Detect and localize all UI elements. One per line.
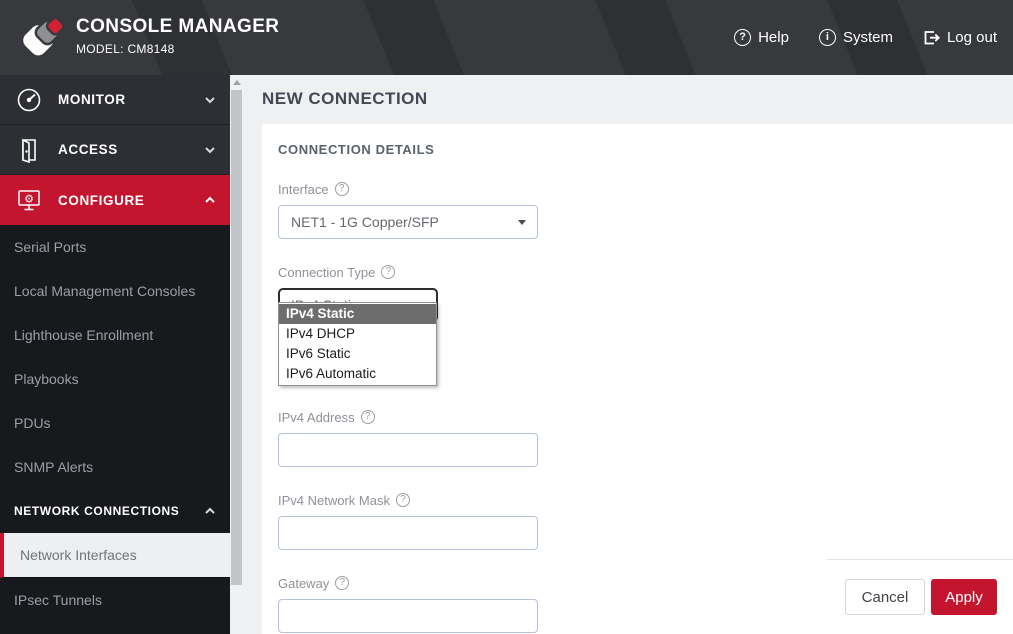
connection-type-label: Connection Type (278, 265, 375, 280)
logout-button[interactable]: Log out (923, 29, 997, 46)
sidebar-item-configure[interactable]: ⚙ CONFIGURE (0, 175, 230, 225)
brand-logo-icon (14, 12, 64, 64)
cancel-button[interactable]: Cancel (845, 579, 925, 615)
option-ipv4-static[interactable]: IPv4 Static (279, 304, 436, 324)
help-icon: ? (734, 29, 751, 46)
logout-label: Log out (947, 29, 997, 46)
help-icon[interactable]: ? (335, 182, 349, 196)
ipv4-address-field: IPv4 Address ? (278, 410, 997, 467)
sidebar-item-ipsec-tunnels[interactable]: IPsec Tunnels (0, 578, 230, 622)
sidebar-item-access[interactable]: ACCESS (0, 125, 230, 175)
sidebar-item-snmp-alerts[interactable]: SNMP Alerts (0, 445, 230, 489)
sidebar-item-label: MONITOR (58, 92, 204, 107)
system-button[interactable]: i System (819, 29, 893, 46)
logout-icon (923, 29, 940, 46)
apply-button[interactable]: Apply (931, 579, 997, 615)
help-icon[interactable]: ? (396, 493, 410, 507)
scrollbar-thumb[interactable] (231, 90, 242, 585)
connection-details-card: CONNECTION DETAILS Interface ? NET1 - 1G… (262, 124, 1013, 634)
chevron-down-icon (204, 144, 216, 156)
help-button[interactable]: ? Help (734, 29, 789, 46)
gateway-label: Gateway (278, 576, 329, 591)
main-content: NEW CONNECTION CONNECTION DETAILS Interf… (243, 75, 1013, 634)
info-icon: i (819, 29, 836, 46)
ipv4-address-label: IPv4 Address (278, 410, 355, 425)
interface-select-value: NET1 - 1G Copper/SFP (291, 214, 439, 230)
interface-label: Interface (278, 182, 329, 197)
help-icon[interactable]: ? (361, 410, 375, 424)
page-title: NEW CONNECTION (262, 89, 1013, 109)
sidebar-item-serial-ports[interactable]: Serial Ports (0, 225, 230, 269)
help-icon[interactable]: ? (381, 265, 395, 279)
gauge-icon (14, 85, 44, 115)
sidebar-item-label: CONFIGURE (58, 193, 204, 208)
sidebar-item-playbooks[interactable]: Playbooks (0, 357, 230, 401)
svg-text:⚙: ⚙ (24, 193, 34, 206)
configure-submenu: Serial Ports Local Management Consoles L… (0, 225, 230, 622)
sidebar-nav: MONITOR ACCESS ⚙ CONFIGURE (0, 75, 230, 634)
chevron-up-icon (204, 505, 216, 517)
device-model: MODEL: CM8148 (76, 42, 279, 56)
app-title: CONSOLE MANAGER (76, 16, 279, 38)
configure-icon: ⚙ (14, 185, 44, 215)
ipv4-address-input[interactable] (278, 433, 538, 467)
gateway-input[interactable] (278, 599, 538, 633)
app-header: CONSOLE MANAGER MODEL: CM8148 ? Help i S… (0, 0, 1013, 75)
interface-select[interactable]: NET1 - 1G Copper/SFP (278, 205, 538, 239)
help-label: Help (758, 29, 789, 46)
door-icon (14, 135, 44, 165)
sidebar-item-label: ACCESS (58, 142, 204, 157)
help-icon[interactable]: ? (335, 576, 349, 590)
sidebar-item-pdus[interactable]: PDUs (0, 401, 230, 445)
sidebar-item-network-interfaces[interactable]: Network Interfaces (0, 533, 230, 578)
sidebar-item-local-management-consoles[interactable]: Local Management Consoles (0, 269, 230, 313)
chevron-down-icon (204, 94, 216, 106)
caret-down-icon (518, 220, 526, 225)
sidebar-item-lighthouse-enrollment[interactable]: Lighthouse Enrollment (0, 313, 230, 357)
form-action-bar: Cancel Apply (827, 559, 1013, 634)
sidebar-item-monitor[interactable]: MONITOR (0, 75, 230, 125)
scroll-up-arrow-icon[interactable] (233, 80, 241, 85)
option-ipv6-automatic[interactable]: IPv6 Automatic (279, 364, 436, 384)
group-label: NETWORK CONNECTIONS (14, 504, 204, 518)
header-actions: ? Help i System Log out (734, 0, 997, 75)
interface-field: Interface ? NET1 - 1G Copper/SFP (278, 182, 997, 239)
system-label: System (843, 29, 893, 46)
sidebar-group-network-connections[interactable]: NETWORK CONNECTIONS (0, 489, 230, 533)
chevron-up-icon (204, 194, 216, 206)
option-ipv4-dhcp[interactable]: IPv4 DHCP (279, 324, 436, 344)
option-ipv6-static[interactable]: IPv6 Static (279, 344, 436, 364)
card-title: CONNECTION DETAILS (278, 142, 997, 157)
connection-type-dropdown: IPv4 Static IPv4 DHCP IPv6 Static IPv6 A… (278, 302, 437, 386)
ipv4-network-mask-label: IPv4 Network Mask (278, 493, 390, 508)
connection-type-field: Connection Type ? IPv4 Static IPv4 Stati… (278, 265, 997, 322)
vertical-scrollbar[interactable] (230, 75, 243, 634)
ipv4-network-mask-field: IPv4 Network Mask ? (278, 493, 997, 550)
ipv4-network-mask-input[interactable] (278, 516, 538, 550)
